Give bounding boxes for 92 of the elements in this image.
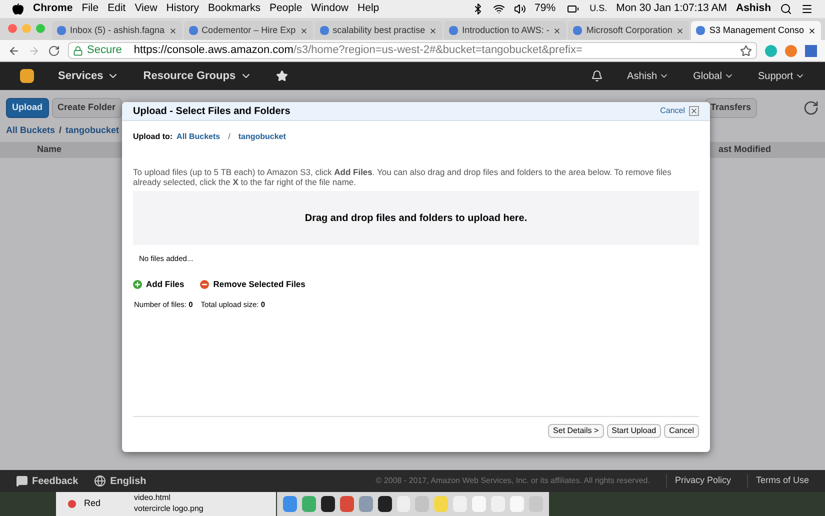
tab-close-icon[interactable] — [553, 26, 562, 34]
browser-tab[interactable]: Microsoft Corporation — [568, 21, 690, 40]
breadcrumb-link[interactable]: All Buckets — [6, 124, 56, 138]
extension-icon[interactable] — [785, 44, 797, 56]
browser-tab[interactable]: Inbox (5) - ashish.fagna — [52, 21, 182, 40]
tab-title: Codementor – Hire Exp — [202, 24, 296, 37]
reload-icon[interactable] — [48, 44, 60, 56]
refresh-icon[interactable] — [803, 100, 819, 116]
favicon-icon — [573, 26, 582, 35]
nav-menu[interactable]: Resource Groups — [143, 68, 236, 84]
address-bar[interactable]: Secure https://console.aws.amazon.com/s3/home?region=us-west-2#&bucket=tangobucket&prefix= — [68, 42, 757, 59]
close-icon[interactable] — [689, 106, 699, 116]
dock-app-icon[interactable] — [378, 496, 392, 512]
nav-menu[interactable]: Support — [758, 68, 793, 84]
toolbar-button[interactable]: Create Folder — [52, 98, 122, 118]
toolbar-button[interactable]: Transfers — [704, 98, 758, 118]
dialog-button[interactable]: Cancel — [664, 424, 699, 438]
footer-link[interactable]: Terms of Use — [746, 474, 809, 488]
upload-to-label: Upload to: — [133, 131, 173, 143]
nav-menu[interactable]: Ashish — [627, 68, 658, 84]
favicon-icon — [320, 26, 329, 35]
secure-label: Secure — [87, 43, 123, 58]
path-separator: / — [228, 131, 230, 143]
user-name[interactable]: Ashish — [736, 1, 771, 17]
breadcrumb-link[interactable]: tangobucket — [66, 124, 120, 138]
menu-item[interactable]: File — [82, 1, 99, 17]
column-header: Name — [37, 142, 62, 156]
menu-item[interactable]: Chrome — [33, 1, 73, 17]
notifications-icon[interactable] — [591, 70, 604, 82]
menu-icon[interactable] — [801, 3, 813, 15]
menu-item[interactable]: View — [134, 1, 158, 17]
tab-title: S3 Management Conso — [709, 24, 804, 37]
menu-item[interactable]: Help — [358, 1, 380, 17]
copyright-text: © 2008 - 2017, Amazon Web Services, Inc. or its affiliates. All rights reserved. — [376, 475, 650, 487]
apple-icon[interactable] — [12, 3, 24, 15]
dialog-button[interactable]: Set Details > — [548, 424, 604, 438]
search-icon[interactable] — [780, 3, 792, 15]
feedback-link[interactable]: Feedback — [16, 474, 78, 488]
tab-close-icon[interactable] — [429, 26, 438, 34]
action-button[interactable]: Remove Selected Files — [200, 278, 306, 291]
menu-item[interactable]: History — [166, 1, 199, 17]
input-source[interactable]: U.S. — [590, 2, 608, 16]
volume-icon[interactable] — [514, 3, 526, 15]
dock-app-icon[interactable] — [320, 496, 335, 512]
back-icon[interactable] — [8, 44, 20, 56]
dialog-button[interactable]: Start Upload — [606, 424, 662, 438]
finder-file-name[interactable]: votercircle logo.png — [134, 503, 204, 514]
menu-item[interactable]: Bookmarks — [208, 1, 260, 17]
clock[interactable]: Mon 30 Jan 1:07:13 AM — [616, 1, 727, 17]
browser-tab[interactable]: Codementor – Hire Exp — [184, 21, 313, 40]
browser-tab[interactable]: S3 Management Conso — [691, 21, 821, 40]
tab-title: scalability best practise — [332, 24, 426, 37]
breadcrumb-separator: / — [59, 124, 62, 137]
battery-percent: 79% — [534, 1, 556, 16]
battery-icon[interactable] — [564, 3, 581, 15]
finder-file-name[interactable]: video.html — [134, 492, 204, 503]
instructions-text: To upload files (up to 5 TB each) to Amazon S3, click Add Files. You can also drag and drop files and folders to the area below. To remove files already selected, click the X to the far right of the file name. — [132, 166, 672, 187]
tab-close-icon[interactable] — [168, 26, 177, 34]
path-link[interactable]: tangobucket — [238, 131, 286, 143]
tab-title: Introduction to AWS: - — [462, 24, 550, 37]
extension-icon[interactable] — [805, 44, 817, 56]
favicon-icon — [449, 26, 458, 35]
tab-close-icon[interactable] — [676, 26, 684, 34]
bookmark-star-icon[interactable] — [740, 44, 752, 56]
language-link[interactable]: English — [94, 474, 146, 488]
url-text: https://console.aws.amazon.com/s3/home?region=us-west-2#&bucket=tangobucket&prefix= — [134, 43, 582, 58]
tab-title: Microsoft Corporation — [586, 24, 672, 37]
drop-zone-text: Drag and drop files and folders to upload here. — [304, 212, 528, 226]
menu-item[interactable]: Edit — [108, 1, 126, 17]
menu-item[interactable]: People — [269, 1, 302, 17]
dialog-cancel-link[interactable]: Cancel — [660, 105, 685, 117]
column-header: ast Modified — [718, 142, 771, 156]
speech-bubble-icon — [16, 475, 28, 487]
favicon-icon — [57, 26, 66, 35]
nav-menu[interactable]: Services — [58, 68, 104, 84]
footer-link[interactable]: Privacy Policy — [666, 474, 731, 488]
nav-menu[interactable]: Global — [693, 68, 722, 84]
browser-tab[interactable]: Introduction to AWS: - — [444, 21, 566, 40]
browser-tab[interactable]: scalability best practise — [314, 21, 442, 40]
action-button[interactable]: Add Files — [133, 278, 184, 291]
toolbar-button[interactable]: Upload — [6, 98, 48, 118]
favicon-icon — [188, 26, 198, 35]
menu-item[interactable]: Window — [311, 1, 349, 17]
dialog-title: Upload - Select Files and Folders — [133, 104, 290, 118]
lock-icon — [73, 46, 83, 56]
tab-close-icon[interactable] — [808, 26, 816, 34]
tab-close-icon[interactable] — [300, 26, 308, 34]
favicon-icon — [696, 26, 706, 35]
tab-title: Inbox (5) - ashish.fagna — [70, 24, 165, 37]
tag-label[interactable]: Red — [84, 497, 101, 511]
globe-icon — [94, 475, 106, 487]
path-link[interactable]: All Buckets — [176, 131, 220, 143]
